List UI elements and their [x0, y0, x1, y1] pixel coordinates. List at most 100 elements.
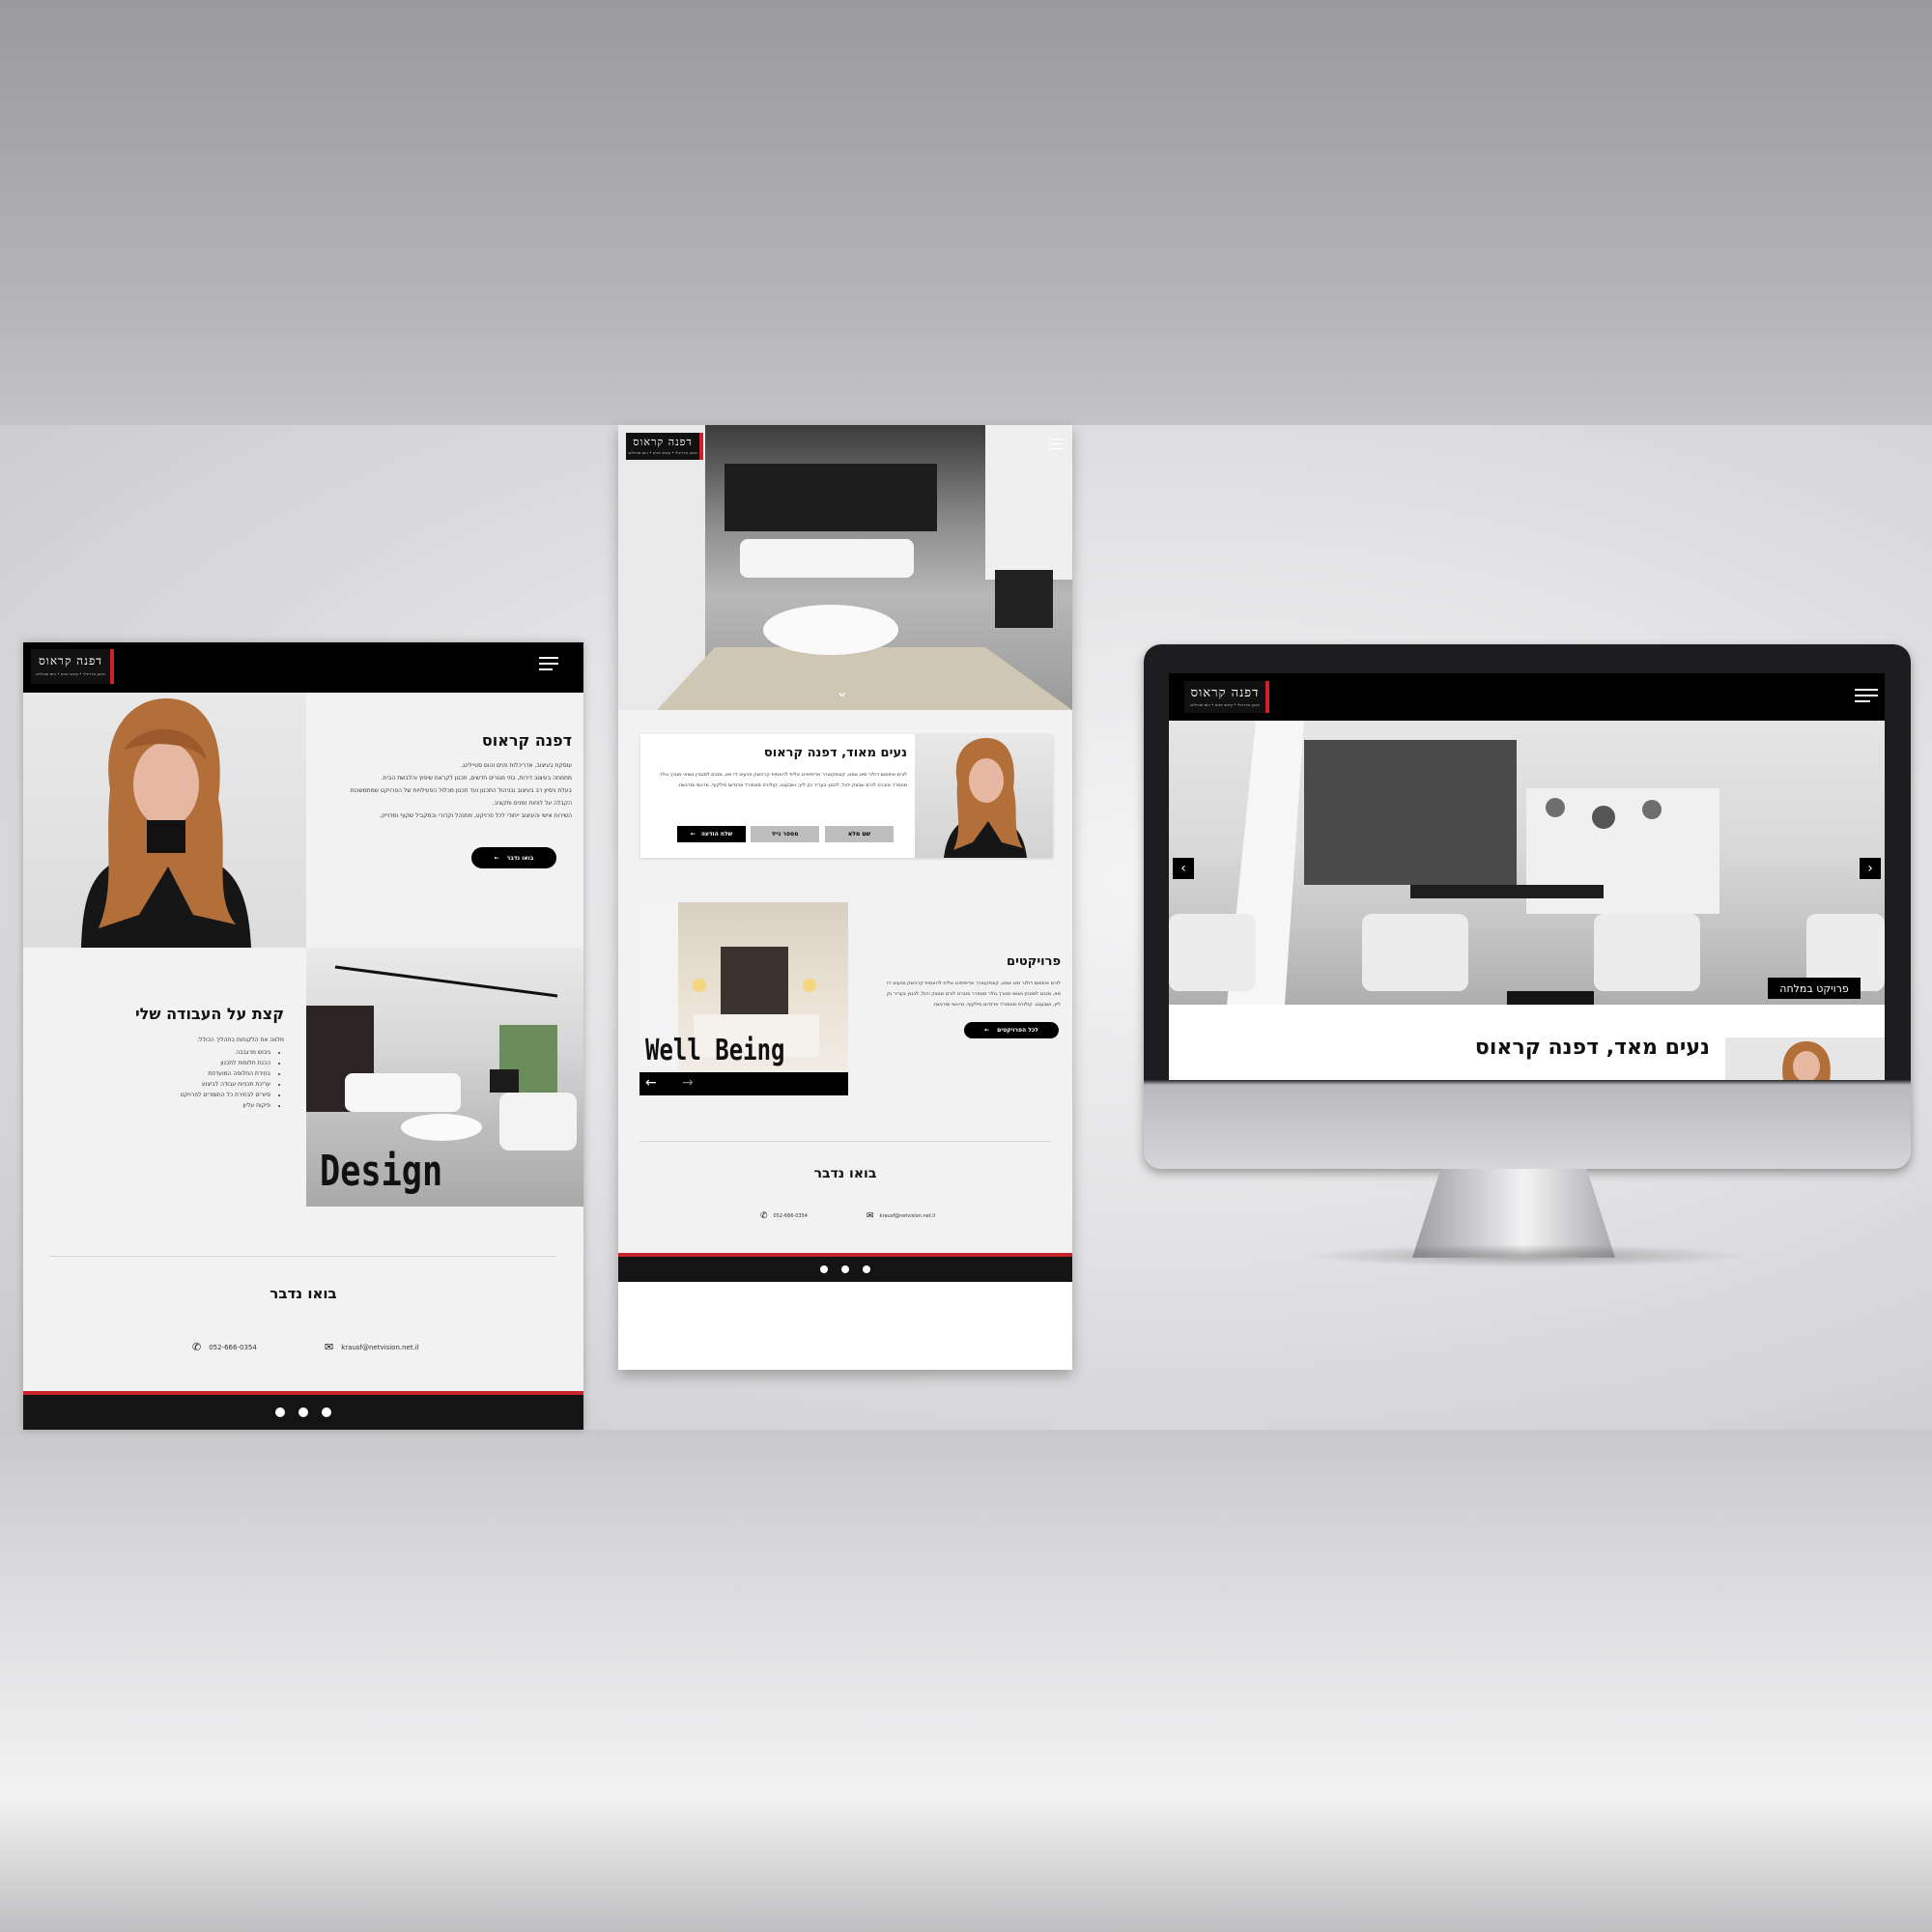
logo[interactable]: דפנה קראוס תכנון אדריכלי • עיצוב פנים • … [31, 649, 114, 684]
linkedin-icon[interactable] [841, 1265, 849, 1273]
name-field[interactable]: שם מלא [825, 826, 894, 842]
hero-illustration [618, 425, 1072, 710]
phone-icon: ✆ [760, 1211, 768, 1221]
contact-title: בואו נדבר [813, 1166, 877, 1181]
footer [23, 1395, 583, 1430]
phone-contact[interactable]: ✆ 052-666-0354 [760, 1211, 808, 1221]
intro-text: לורם איפסום דולור סיט אמט, קונסקטורר אדי… [659, 772, 907, 788]
prev-arrow-icon[interactable]: ← [645, 1075, 657, 1091]
mobile-page-preview: ⌄ דפנה קראוס תכנון אדריכלי • עיצוב פנים … [618, 425, 1072, 1370]
linkedin-icon[interactable] [298, 1407, 308, 1417]
hamburger-icon[interactable] [1049, 439, 1065, 453]
about-line: מתמחה בעיצוב דירות, בתי מגורים חדשים, תכ… [381, 775, 572, 781]
intro-title: נעים מאוד, דפנה קראוס [763, 746, 907, 760]
logo-subtitle: תכנון אדריכלי • עיצוב פנים • הום סטיילינ… [627, 450, 697, 455]
hamburger-icon[interactable] [1855, 689, 1878, 706]
intro-portrait [915, 734, 1053, 858]
send-label: שלח הודעה [700, 831, 733, 838]
footer [618, 1257, 1072, 1282]
tablet-page-preview: דפנה קראוס תכנון אדריכלי • עיצוב פנים • … [23, 642, 583, 1430]
list-item: עריכת תכניות עבודה לביצוע [62, 1081, 270, 1088]
projects-text: לורם איפסום דולור סיט אמט, קונסקטורר אדי… [886, 980, 1061, 1008]
portrait-illustration [944, 738, 1027, 858]
list-item: גיבוש מרגבבה [62, 1049, 270, 1056]
phone-icon: ✆ [192, 1341, 202, 1353]
facebook-icon[interactable] [275, 1407, 285, 1417]
email-address: krausf@netvision.net.il [341, 1343, 419, 1351]
phone-number: 052-666-0354 [773, 1213, 808, 1219]
about-line: הקבלה על לוחות זמנים ותקציב. [492, 800, 572, 807]
about-line: עוסקת בעיצוב, אדריכלות פנים והום סטיילינ… [461, 762, 572, 769]
portrait-illustration [1782, 1041, 1831, 1080]
about-line: השירות אישי והעיצוב ייחודי לכל פרויקט, מ… [379, 812, 572, 819]
arrow-left-icon: ← [494, 854, 499, 862]
email-icon: ✉ [325, 1341, 334, 1353]
intro-text-block: נעים מאוד, דפנה קראוס לורם איפסום דולור … [648, 746, 907, 791]
email-address: krausf@netvision.net.il [879, 1213, 936, 1219]
design-caption: Design [320, 1147, 443, 1196]
email-contact[interactable]: ✉ krausf@netvision.net.il [325, 1341, 419, 1353]
phone-number: 052-666-0354 [209, 1343, 257, 1351]
prev-slide-button[interactable]: ‹ [1173, 858, 1194, 879]
list-item: בחירת החלופה המועדפת [62, 1070, 270, 1077]
scroll-down-icon[interactable]: ⌄ [836, 682, 848, 700]
logo-subtitle: תכנון אדריכלי • עיצוב פנים • הום סטיילינ… [35, 671, 105, 676]
list-item: סיורים לבחירת כל החומרים לפרויקט [62, 1092, 270, 1098]
contact-title: בואו נדבר [270, 1285, 337, 1302]
logo-subtitle: תכנון אדריכלי • עיצוב פנים • הום סטיילינ… [1189, 702, 1260, 707]
twitter-icon[interactable] [322, 1407, 331, 1417]
slide-label[interactable]: פרויקט במלחה [1768, 978, 1861, 999]
logo[interactable]: דפנה קראוס תכנון אדריכלי • עיצוב פנים • … [1184, 681, 1269, 713]
logo-title: דפנה קראוס [38, 654, 103, 668]
all-projects-button[interactable]: ← לכל הפרויקטים [964, 1022, 1059, 1038]
dining-room-illustration [1169, 721, 1885, 1005]
projects-title: פרויקטים [1007, 954, 1061, 969]
welcome-portrait [1725, 1037, 1885, 1080]
page-blank-area [618, 1282, 1072, 1370]
list-item: הכנת חלופות לתכנון [62, 1060, 270, 1066]
phone-field[interactable]: מספר נייד [751, 826, 819, 842]
next-arrow-icon[interactable]: → [682, 1075, 694, 1091]
about-line: בעלת ניסיון רב בעיצוב ובניהול התכנון ועד… [350, 787, 572, 794]
stand-shadow [1304, 1244, 1748, 1267]
about-title: דפנה קראוס [481, 731, 572, 750]
hamburger-icon[interactable] [539, 657, 558, 674]
divider [50, 1256, 556, 1257]
email-icon: ✉ [867, 1211, 874, 1221]
living-room-photo: Design [306, 948, 583, 1207]
hero-photo: ⌄ [618, 425, 1072, 710]
lets-talk-button[interactable]: ← בואו נדבר [471, 847, 556, 868]
work-section: קצת על העבודה שלי מלווה את הלקוחות בתהלי… [62, 1005, 284, 1113]
facebook-icon[interactable] [820, 1265, 828, 1273]
portrait-illustration [81, 698, 251, 948]
arrow-left-icon: ← [690, 831, 696, 838]
well-being-caption: Well Being [645, 1034, 785, 1067]
header-bar [1169, 673, 1885, 721]
send-button[interactable]: ← שלח הודעה [677, 826, 746, 842]
hero-slider: ‹ › פרויקט במלחה [1169, 721, 1885, 1005]
work-intro: מלווה את הלקוחות בתהליך הכולל: [197, 1037, 284, 1043]
about-section: דפנה קראוס עוסקת בעיצוב, אדריכלות פנים ו… [313, 731, 572, 822]
twitter-icon[interactable] [863, 1265, 870, 1273]
email-contact[interactable]: ✉ krausf@netvision.net.il [867, 1211, 935, 1221]
slider-controls: ← → [639, 1072, 848, 1095]
logo-title: דפנה קראוס [633, 436, 693, 448]
lets-talk-label: בואו נדבר [506, 854, 534, 862]
next-slide-button[interactable]: › [1860, 858, 1881, 879]
welcome-title: נעים מאד, דפנה קראוס [1474, 1036, 1710, 1060]
logo[interactable]: דפנה קראוס תכנון אדריכלי • עיצוב פנים • … [626, 433, 703, 460]
phone-contact[interactable]: ✆ 052-666-0354 [192, 1341, 257, 1353]
portrait-photo [23, 693, 306, 948]
arrow-left-icon: ← [984, 1027, 990, 1034]
logo-title: דפנה קראוס [1190, 686, 1260, 700]
list-item: פיקוח עליון [62, 1102, 270, 1109]
divider [639, 1141, 1051, 1142]
projects-section: פרויקטים לורם איפסום דולור סיט אמט, קונס… [879, 954, 1061, 1010]
project-slide: Well Being [639, 902, 848, 1072]
work-list: גיבוש מרגבבה הכנת חלופות לתכנון בחירת הח… [62, 1049, 284, 1109]
about-text: עוסקת בעיצוב, אדריכלות פנים והום סטיילינ… [313, 759, 572, 822]
desktop-page-preview: דפנה קראוס תכנון אדריכלי • עיצוב פנים • … [1169, 673, 1885, 1080]
all-projects-label: לכל הפרויקטים [997, 1027, 1038, 1034]
intro-card: נעים מאוד, דפנה קראוס לורם איפסום דולור … [640, 734, 1053, 858]
work-title: קצת על העבודה שלי [134, 1005, 284, 1023]
